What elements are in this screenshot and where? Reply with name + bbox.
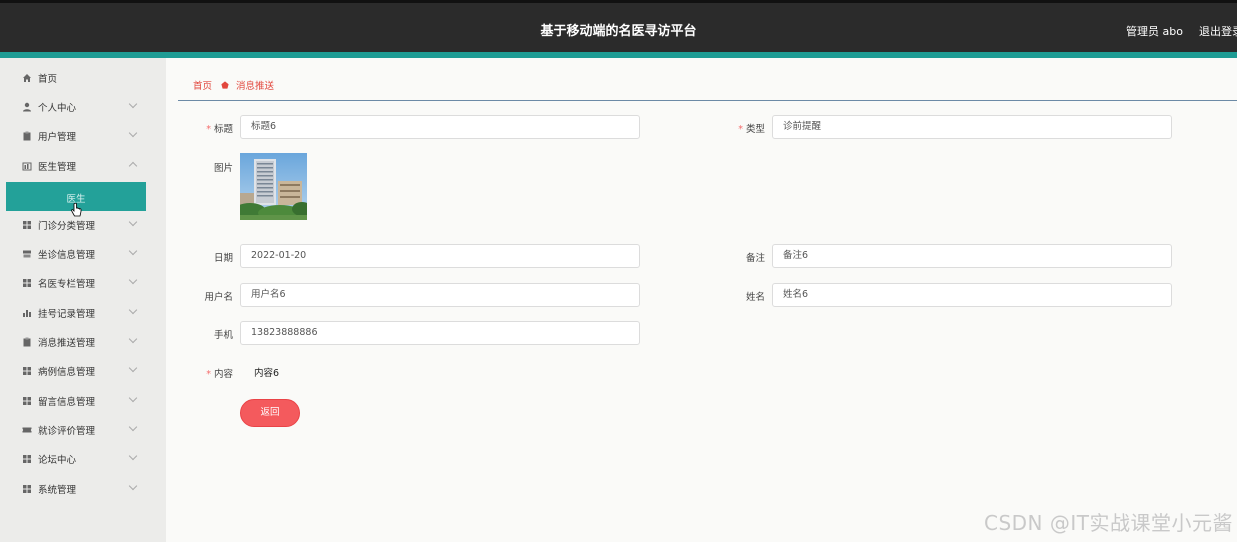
chevron-down-icon (128, 422, 138, 432)
sidebar-item-clinic-category[interactable]: 门诊分类管理 (0, 210, 166, 239)
sidebar-item-label: 论坛中心 (38, 454, 77, 466)
bar-icon (22, 161, 32, 171)
sidebar-item-label: 挂号记录管理 (38, 308, 96, 320)
sidebar-item-label: 系统管理 (38, 484, 77, 496)
sidebar-item-label: 留言信息管理 (38, 396, 96, 408)
chevron-up-icon (128, 161, 138, 171)
grid-icon (22, 454, 32, 464)
sidebar-item-famous-doctor[interactable]: 名医专栏管理 (0, 268, 166, 297)
main-content: 首页 消息推送 * 标题 标题6 * 类型 诊前提醒 图片 日期 2022-01… (166, 58, 1237, 542)
date-label: 日期 (213, 253, 233, 264)
content-label: * 内容 (206, 369, 233, 380)
top-header: 基于移动端的名医寻访平台 管理员 abo 退出登录 (0, 0, 1237, 52)
grid-icon (22, 278, 32, 288)
stack-icon (22, 249, 32, 259)
chevron-down-icon (128, 481, 138, 491)
chevron-down-icon (128, 393, 138, 403)
chevron-down-icon (128, 334, 138, 344)
sidebar-item-label: 首页 (38, 73, 58, 85)
sidebar-item-personal[interactable]: 个人中心 (0, 92, 166, 121)
sidebar: 首页 个人中心 用户管理 医生管理 医生 门诊分类管理 坐诊信息管理 名医专栏管… (0, 58, 166, 542)
sidebar-item-label: 消息推送管理 (38, 337, 96, 349)
breadcrumb-home[interactable]: 首页 (193, 78, 212, 92)
sidebar-item-label: 个人中心 (38, 102, 77, 114)
chevron-down-icon (128, 99, 138, 109)
hospital-photo[interactable] (240, 153, 307, 220)
grid-icon (22, 396, 32, 406)
sidebar-item-label: 就诊评价管理 (38, 425, 96, 437)
user-icon (22, 102, 32, 112)
back-button[interactable]: 返回 (240, 399, 300, 427)
chevron-down-icon (128, 246, 138, 256)
sidebar-item-label: 门诊分类管理 (38, 220, 96, 232)
sidebar-item-system[interactable]: 系统管理 (0, 474, 166, 503)
breadcrumb-separator-icon (221, 81, 229, 89)
breadcrumb: 首页 消息推送 (193, 78, 274, 92)
sidebar-item-forum[interactable]: 论坛中心 (0, 444, 166, 473)
breadcrumb-divider (178, 100, 1237, 101)
chart-icon (22, 308, 32, 318)
sidebar-item-label: 坐诊信息管理 (38, 249, 96, 261)
username-input[interactable]: 用户名6 (240, 283, 640, 307)
name-input[interactable]: 姓名6 (772, 283, 1172, 307)
type-input[interactable]: 诊前提醒 (772, 115, 1172, 139)
sidebar-item-consult-info[interactable]: 坐诊信息管理 (0, 239, 166, 268)
date-input[interactable]: 2022-01-20 (240, 244, 640, 268)
chevron-down-icon (128, 217, 138, 227)
sidebar-item-label: 名医专栏管理 (38, 278, 96, 290)
ticket-icon (22, 425, 32, 435)
grid-icon (22, 484, 32, 494)
chevron-down-icon (128, 363, 138, 373)
chevron-down-icon (128, 451, 138, 461)
sidebar-item-case-info[interactable]: 病例信息管理 (0, 356, 166, 385)
chevron-down-icon (128, 305, 138, 315)
remark-input[interactable]: 备注6 (772, 244, 1172, 268)
clipboard-icon (22, 337, 32, 347)
app-title: 基于移动端的名医寻访平台 (540, 24, 697, 39)
username-label: 用户名 (204, 292, 233, 303)
chevron-down-icon (128, 128, 138, 138)
sidebar-item-evaluation[interactable]: 就诊评价管理 (0, 415, 166, 444)
remark-label: 备注 (745, 253, 765, 264)
sidebar-item-home[interactable]: 首页 (0, 63, 166, 92)
logout-link[interactable]: 退出登录 (1199, 23, 1237, 39)
home-icon (22, 73, 32, 83)
sidebar-item-message-push[interactable]: 消息推送管理 (0, 327, 166, 356)
grid-icon (22, 220, 32, 230)
name-label: 姓名 (745, 292, 765, 303)
watermark: CSDN @IT实战课堂小元酱 (984, 511, 1233, 535)
admin-username: 管理员 abo (1126, 25, 1183, 38)
sidebar-item-label: 医生管理 (38, 161, 77, 173)
sidebar-item-registration[interactable]: 挂号记录管理 (0, 298, 166, 327)
grid-icon (22, 366, 32, 376)
phone-label: 手机 (213, 330, 233, 341)
image-label: 图片 (213, 163, 233, 174)
title-input[interactable]: 标题6 (240, 115, 640, 139)
sidebar-item-messages[interactable]: 留言信息管理 (0, 386, 166, 415)
chevron-down-icon (128, 275, 138, 285)
clipboard-icon (22, 131, 32, 141)
sidebar-item-users[interactable]: 用户管理 (0, 121, 166, 150)
type-label: * 类型 (738, 124, 765, 135)
sidebar-item-label: 病例信息管理 (38, 366, 96, 378)
content-value: 内容6 (254, 368, 280, 379)
title-label: * 标题 (206, 124, 233, 135)
sidebar-item-label: 用户管理 (38, 131, 77, 143)
sidebar-item-doctors[interactable]: 医生管理 (0, 151, 166, 180)
breadcrumb-current: 消息推送 (236, 81, 275, 92)
phone-input[interactable]: 13823888886 (240, 321, 640, 345)
